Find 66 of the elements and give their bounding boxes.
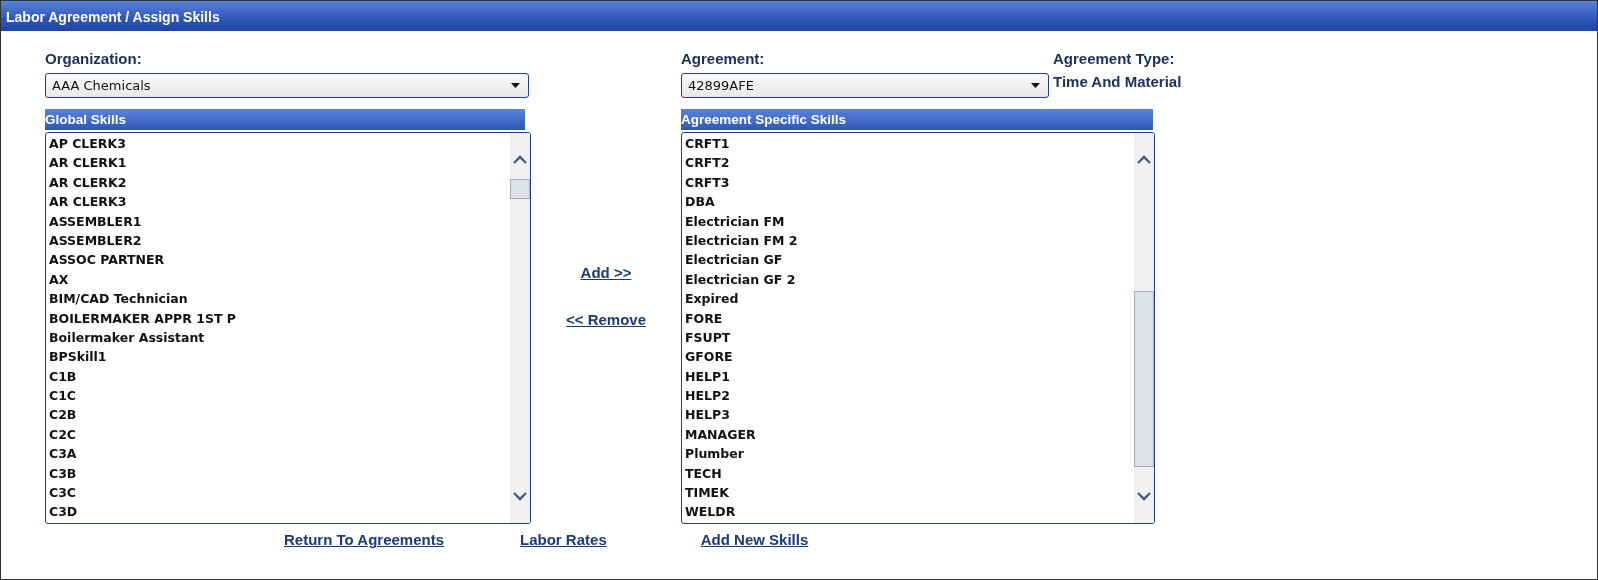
- list-item[interactable]: BOILERMAKER APPR 1ST P: [49, 308, 236, 328]
- list-item[interactable]: C1C: [49, 386, 77, 406]
- scroll-down-icon: [1137, 492, 1151, 501]
- list-item[interactable]: AR CLERK2: [49, 172, 127, 193]
- list-item[interactable]: Boilermaker Assistant: [49, 327, 205, 348]
- list-item[interactable]: C2B: [49, 405, 77, 425]
- list-item[interactable]: CRFT3: [685, 172, 730, 193]
- list-item[interactable]: C2C: [49, 424, 77, 445]
- caret-icon: [1031, 83, 1040, 88]
- list-item[interactable]: Electrician GF 2: [685, 269, 796, 290]
- caret-icon: [511, 83, 520, 88]
- list-item[interactable]: Expired: [685, 289, 739, 309]
- list-header: Agreement Specific Skills: [681, 109, 1153, 130]
- list-item[interactable]: DBA: [685, 192, 715, 212]
- agreement-select[interactable]: 42899AFE: [681, 73, 1049, 98]
- scroll-up-icon: [1137, 155, 1151, 164]
- organization-select[interactable]: AAA Chemicals: [45, 73, 529, 98]
- list-item[interactable]: AR CLERK3: [49, 192, 127, 212]
- list-item[interactable]: HELP2: [685, 386, 730, 406]
- list-item[interactable]: AP CLERK3: [49, 134, 126, 154]
- list-item[interactable]: TECH: [685, 463, 722, 484]
- list-item[interactable]: AX: [49, 269, 69, 290]
- list-item[interactable]: BIM/CAD Technician: [49, 289, 188, 309]
- list-item[interactable]: Electrician GF: [685, 250, 783, 270]
- list-item[interactable]: ASSEMBLER2: [49, 230, 142, 251]
- skills-listbox[interactable]: CRFT1 CRFT2 CRFT3 DBA Electrician FM Electrician FM 2 Electrician GF Electrician GF 2 Expired FORE FSUPT GFORE HELP1 HELP2 HELP3 MANAGER Plumber TECH TIMEK WELDR: [681, 132, 1155, 524]
- move-link[interactable]: << Remove: [565, 311, 646, 328]
- scrollbar[interactable]: [510, 133, 530, 523]
- list-item[interactable]: Electrician FM 2: [685, 230, 798, 251]
- list-item[interactable]: C1B: [49, 366, 77, 387]
- agreement-label: Agreement:: [681, 50, 766, 69]
- scrollbar[interactable]: [1134, 133, 1154, 523]
- footer-link[interactable]: Return To Agreements: [284, 531, 445, 548]
- list-item[interactable]: FORE: [685, 308, 723, 328]
- list-item[interactable]: Plumber: [685, 444, 744, 464]
- list-item[interactable]: CRFT1: [685, 134, 730, 154]
- list-item[interactable]: Electrician FM: [685, 211, 785, 231]
- organization-label: Organization:: [45, 50, 143, 69]
- list-item[interactable]: HELP1: [685, 366, 730, 387]
- list-item[interactable]: ASSOC PARTNER: [49, 250, 165, 270]
- window-title: Labor Agreement / Assign Skills: [1, 1, 1597, 31]
- list-item[interactable]: C3B: [49, 463, 77, 484]
- agreement-type-label: Agreement Type:: [1053, 50, 1176, 69]
- footer-link[interactable]: Add New Skills: [700, 531, 809, 548]
- list-item[interactable]: CRFT2: [685, 153, 730, 173]
- list-header: Global Skills: [45, 109, 525, 130]
- list-item[interactable]: WELDR: [685, 502, 736, 522]
- scroll-up-icon: [513, 155, 527, 164]
- skills-listbox[interactable]: AP CLERK3 AR CLERK1 AR CLERK2 AR CLERK3 ASSEMBLER1 ASSEMBLER2 ASSOC PARTNER AX BIM/CAD Technician BOILERMAKER APPR 1ST P Boilermaker Assistant BPSkill1 C1B C1C C2B C2C C3A C3B C3C C3D: [45, 132, 531, 524]
- list-item[interactable]: GFORE: [685, 347, 733, 367]
- list-item[interactable]: C3A: [49, 444, 77, 464]
- scroll-thumb[interactable]: [1134, 291, 1154, 467]
- list-item[interactable]: ASSEMBLER1: [49, 211, 142, 231]
- list-item[interactable]: FSUPT: [685, 327, 731, 348]
- scroll-down-icon: [513, 492, 527, 501]
- list-item[interactable]: MANAGER: [685, 424, 756, 445]
- footer-link[interactable]: Labor Rates: [520, 531, 607, 548]
- list-item[interactable]: C3D: [49, 502, 78, 522]
- list-item[interactable]: TIMEK: [685, 483, 729, 503]
- scroll-thumb[interactable]: [510, 179, 530, 199]
- list-item[interactable]: BPSkill1: [49, 347, 107, 367]
- list-item[interactable]: HELP3: [685, 405, 730, 425]
- list-item[interactable]: C3C: [49, 483, 77, 503]
- list-item[interactable]: AR CLERK1: [49, 153, 127, 173]
- move-link[interactable]: Add >>: [580, 264, 632, 281]
- agreement-type-value: Time And Material: [1053, 73, 1182, 92]
